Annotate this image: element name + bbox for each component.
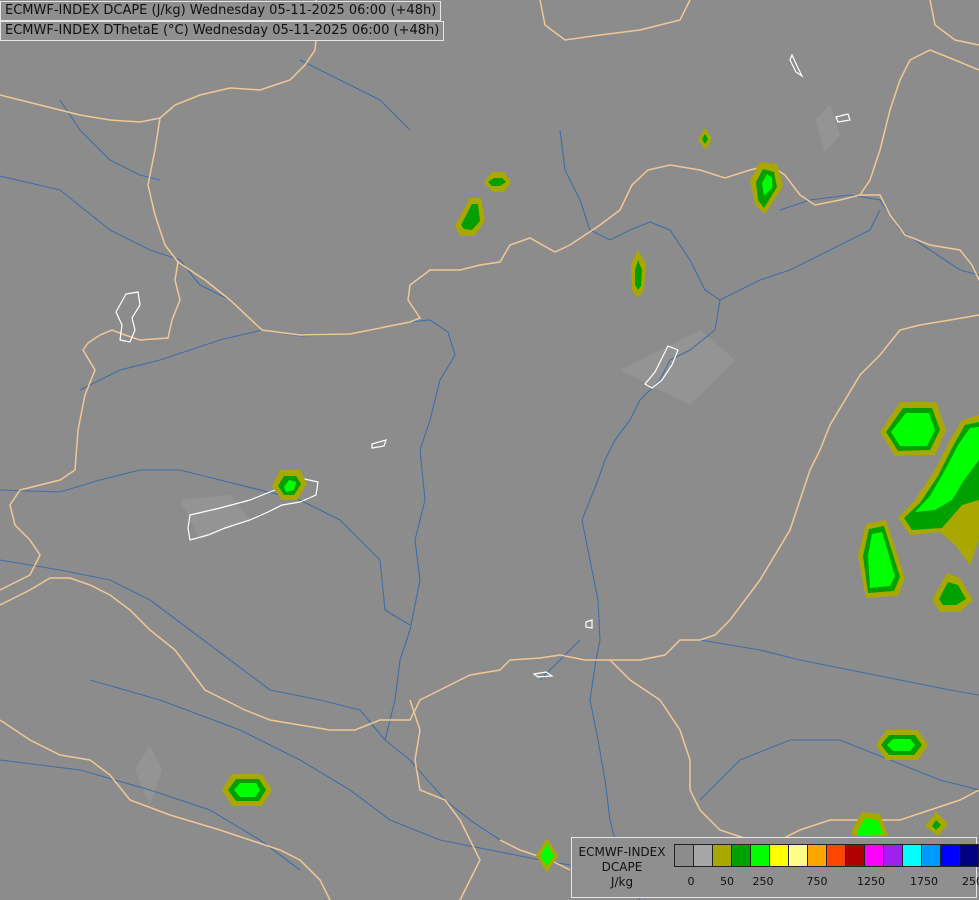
legend-color-scale <box>674 844 979 867</box>
legend-tick-label: 1750 <box>910 875 938 888</box>
dcape-cells <box>222 128 979 872</box>
cape-cell <box>852 812 888 836</box>
legend-swatch <box>712 844 732 867</box>
legend-model: ECMWF-INDEX <box>578 845 666 859</box>
cape-cell <box>750 162 783 214</box>
map-title-dcape: ECMWF-INDEX DCAPE (J/kg) Wednesday 05-11… <box>0 1 442 21</box>
legend-tick-label: 1250 <box>857 875 885 888</box>
legend-tick-label: 2500 <box>962 875 979 888</box>
legend-swatch <box>788 844 808 867</box>
lakes <box>115 53 851 678</box>
dcape-map <box>0 0 979 900</box>
legend-swatch <box>769 844 789 867</box>
cape-cell <box>880 402 946 456</box>
cape-cell <box>858 520 905 598</box>
cape-cell <box>932 573 973 612</box>
cape-cell <box>222 774 272 806</box>
legend-title: ECMWF-INDEX DCAPE J/kg <box>574 845 670 890</box>
legend-swatch <box>674 844 694 867</box>
cape-cell <box>876 730 928 760</box>
legend-swatch <box>826 844 846 867</box>
legend-tick-label: 0 <box>687 875 695 888</box>
map-stage: ECMWF-INDEX DCAPE (J/kg) Wednesday 05-11… <box>0 0 979 900</box>
legend-variable: DCAPE <box>601 860 643 874</box>
legend-unit: J/kg <box>610 875 634 889</box>
legend-tick-label: 750 <box>806 875 828 888</box>
legend-swatch <box>864 844 884 867</box>
map-title-dthetae: ECMWF-INDEX DThetaE (°C) Wednesday 05-11… <box>0 21 445 41</box>
cape-cell <box>698 128 712 150</box>
legend-swatch <box>902 844 922 867</box>
legend-swatch <box>959 844 979 867</box>
cape-cell <box>484 172 511 192</box>
cape-cell <box>631 250 646 298</box>
legend-swatch <box>845 844 865 867</box>
color-legend: ECMWF-INDEX DCAPE J/kg 0 50 250 750 1250 1750… <box>571 837 979 898</box>
dthetae-shading <box>135 105 840 805</box>
legend-swatch <box>731 844 751 867</box>
cape-cell <box>925 812 948 836</box>
legend-swatch <box>883 844 903 867</box>
cape-cell <box>455 198 485 236</box>
legend-swatch <box>750 844 770 867</box>
legend-swatch <box>921 844 941 867</box>
legend-swatch <box>693 844 713 867</box>
cape-cell <box>272 470 307 500</box>
cape-cell <box>536 838 558 872</box>
legend-swatch <box>940 844 960 867</box>
legend-tick-label: 250 <box>752 875 774 888</box>
legend-swatch <box>807 844 827 867</box>
legend-tick-label: 50 <box>720 875 734 888</box>
